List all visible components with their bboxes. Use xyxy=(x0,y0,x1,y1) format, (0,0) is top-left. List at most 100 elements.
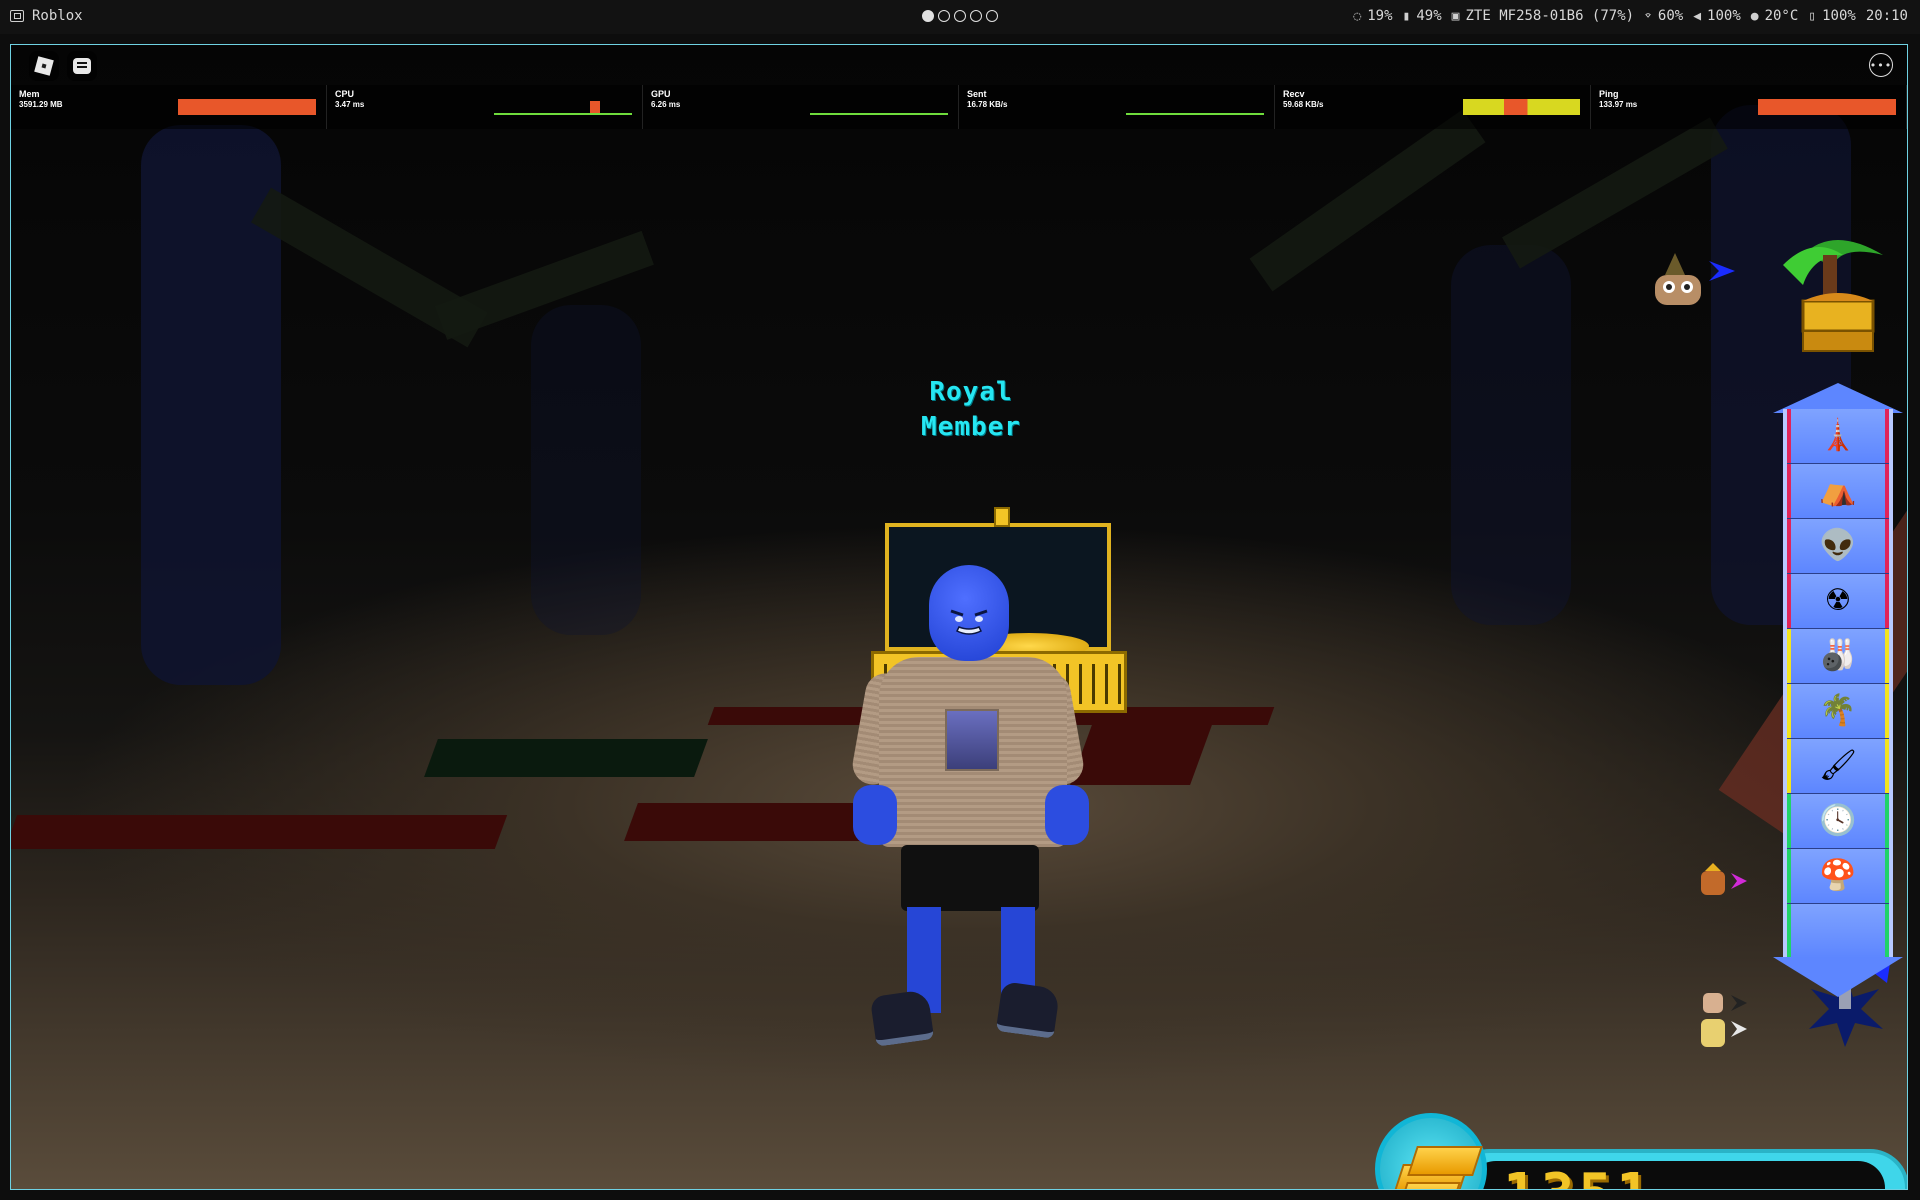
hut-icon: ⛺ xyxy=(1819,473,1857,508)
inventory-slot[interactable]: 🕓 xyxy=(1787,794,1889,849)
dark-floor-panel xyxy=(424,739,708,777)
battery-icon: ▮ xyxy=(1402,8,1411,24)
workspace-dot[interactable] xyxy=(970,10,982,22)
perf-cpu: CPU 3.47 ms xyxy=(327,85,643,129)
lighthouse-icon: 🗼 xyxy=(1819,418,1857,453)
status-item[interactable]: ● 20°C xyxy=(1751,8,1799,24)
perf-label: Recv xyxy=(1283,89,1305,99)
status-value: 20:10 xyxy=(1865,8,1908,24)
player-shortcut-icon[interactable] xyxy=(1697,863,1753,899)
chat-icon xyxy=(73,58,91,74)
perf-gpu: GPU 6.26 ms xyxy=(643,85,959,129)
avatar-left-hand xyxy=(853,785,897,845)
bowling-icon: 🎳 xyxy=(1819,638,1857,673)
red-floor-panel xyxy=(1070,725,1212,785)
pirate-dog-shortcut-icon[interactable] xyxy=(1635,245,1745,311)
sweater-flower-print xyxy=(945,709,999,771)
gold-bars-icon xyxy=(1375,1113,1487,1189)
perf-graph xyxy=(1462,99,1580,115)
status-value: 49% xyxy=(1416,8,1442,24)
inventory-slot[interactable]: 🖌 xyxy=(1787,739,1889,794)
palm-chest-shop-icon[interactable] xyxy=(1773,225,1893,355)
background-tree xyxy=(1451,245,1571,625)
player-shortcut-icon[interactable] xyxy=(1697,989,1753,1051)
currency-amount: 1351 xyxy=(1503,1165,1654,1190)
nametag-line-2: Member xyxy=(921,412,1021,442)
status-item[interactable]: ◀ 100% xyxy=(1693,8,1741,24)
status-item[interactable]: ⌔ 60% xyxy=(1644,8,1683,24)
status-tray: ◌ 19% ▮ 49% ▣ ZTE MF258-01B6 (77%) ⌔ 60% ◀ 100% ● 2… xyxy=(1353,8,1908,24)
inventory-slot[interactable]: 🍄 xyxy=(1787,849,1889,904)
status-value: 19% xyxy=(1367,8,1393,24)
perf-sent: Sent 16.78 KB/s xyxy=(959,85,1275,129)
palm-tree-icon: 🌴 xyxy=(1819,693,1857,728)
clock-sunflower-icon: 🕓 xyxy=(1819,803,1857,838)
window-title: Roblox xyxy=(32,8,83,24)
status-value: 20°C xyxy=(1764,8,1799,24)
chat-button[interactable] xyxy=(67,51,97,81)
system-topbar: Roblox ◌ 19% ▮ 49% ▣ ZTE MF258-01B6 (77%) ⌔ 60%… xyxy=(0,0,1920,34)
workspace-dot[interactable] xyxy=(922,10,934,22)
more-options-button[interactable]: ••• xyxy=(1869,53,1893,77)
perf-label: Sent xyxy=(967,89,987,99)
inventory-slot[interactable]: ☢ xyxy=(1787,574,1889,629)
inventory-slot[interactable]: 👽 xyxy=(1787,519,1889,574)
inventory-slot[interactable] xyxy=(1787,904,1889,959)
workspace-dot[interactable] xyxy=(954,10,966,22)
inventory-scroll-down-arrow[interactable] xyxy=(1773,957,1903,997)
status-value: ZTE MF258-01B6 (77%) xyxy=(1465,8,1635,24)
avatar-left-shoe xyxy=(869,989,935,1047)
perf-label: CPU xyxy=(335,89,355,99)
workspace-dot[interactable] xyxy=(938,10,950,22)
eye-off-icon: ◌ xyxy=(1353,8,1362,24)
performance-stats-bar: Mem 3591.29 MB CPU 3.47 ms GPU 6.26 ms Sent 16.… xyxy=(11,85,1907,129)
perf-graph xyxy=(178,99,316,115)
background-tree xyxy=(531,305,641,635)
inventory-slot[interactable]: ⛺ xyxy=(1787,464,1889,519)
perf-graph xyxy=(1126,99,1264,115)
inventory-slot[interactable]: 🌴 xyxy=(1787,684,1889,739)
perf-ping: Ping 133.97 ms xyxy=(1591,85,1907,129)
status-item[interactable]: ▣ ZTE MF258-01B6 (77%) xyxy=(1452,8,1634,24)
perf-graph xyxy=(1758,99,1896,115)
perf-label: GPU xyxy=(651,89,671,99)
nametag-line-1: Royal xyxy=(929,377,1013,407)
avatar-right-shoe xyxy=(995,981,1061,1039)
status-item[interactable]: ▮ 49% xyxy=(1403,8,1442,24)
mic-icon: ● xyxy=(1750,8,1759,24)
inventory-slot[interactable]: 🎳 xyxy=(1787,629,1889,684)
network-icon: ▣ xyxy=(1451,8,1460,24)
red-floor-panel xyxy=(11,815,508,849)
wifi-icon: ⌔ xyxy=(1644,8,1652,24)
volume-icon: ◀ xyxy=(1693,8,1702,24)
perf-recv: Recv 59.68 KB/s xyxy=(1275,85,1591,129)
roblox-menu-button[interactable] xyxy=(29,51,59,81)
mushroom-icon: 🍄 xyxy=(1819,858,1857,893)
window-icon xyxy=(10,10,24,22)
inventory-list: 🗼 ⛺ 👽 ☢ 🎳 🌴 🖌 🕓 🍄 xyxy=(1783,409,1893,959)
status-value: 100% xyxy=(1707,8,1741,24)
radiation-icon: ☢ xyxy=(1824,583,1852,618)
alien-icon: 👽 xyxy=(1819,528,1857,563)
active-window[interactable]: Roblox xyxy=(10,8,83,24)
roblox-game-viewport[interactable]: Mem 3591.29 MB CPU 3.47 ms GPU 6.26 ms Sent 16.… xyxy=(10,44,1908,1190)
paintbrush-icon: 🖌 xyxy=(1818,748,1858,783)
status-item[interactable]: 20:10 xyxy=(1866,8,1908,24)
status-item[interactable]: ◌ 19% xyxy=(1353,8,1392,24)
workspace-switcher xyxy=(922,10,998,22)
palm-frond xyxy=(1249,109,1486,292)
perf-label: Ping xyxy=(1599,89,1619,99)
perf-graph xyxy=(494,99,632,115)
avatar-face xyxy=(950,609,988,635)
perf-graph xyxy=(810,99,948,115)
status-value: 60% xyxy=(1657,8,1684,24)
avatar-right-hand xyxy=(1045,785,1089,845)
currency-counter: 1351 xyxy=(1375,1113,1907,1190)
workspace-dot[interactable] xyxy=(986,10,998,22)
avatar-head xyxy=(929,565,1009,661)
avatar-shorts xyxy=(901,845,1039,911)
status-item[interactable]: ▯ 100% xyxy=(1808,8,1856,24)
inventory-slot[interactable]: 🗼 xyxy=(1787,409,1889,464)
chest-lock xyxy=(994,507,1010,527)
perf-mem: Mem 3591.29 MB xyxy=(11,85,327,129)
